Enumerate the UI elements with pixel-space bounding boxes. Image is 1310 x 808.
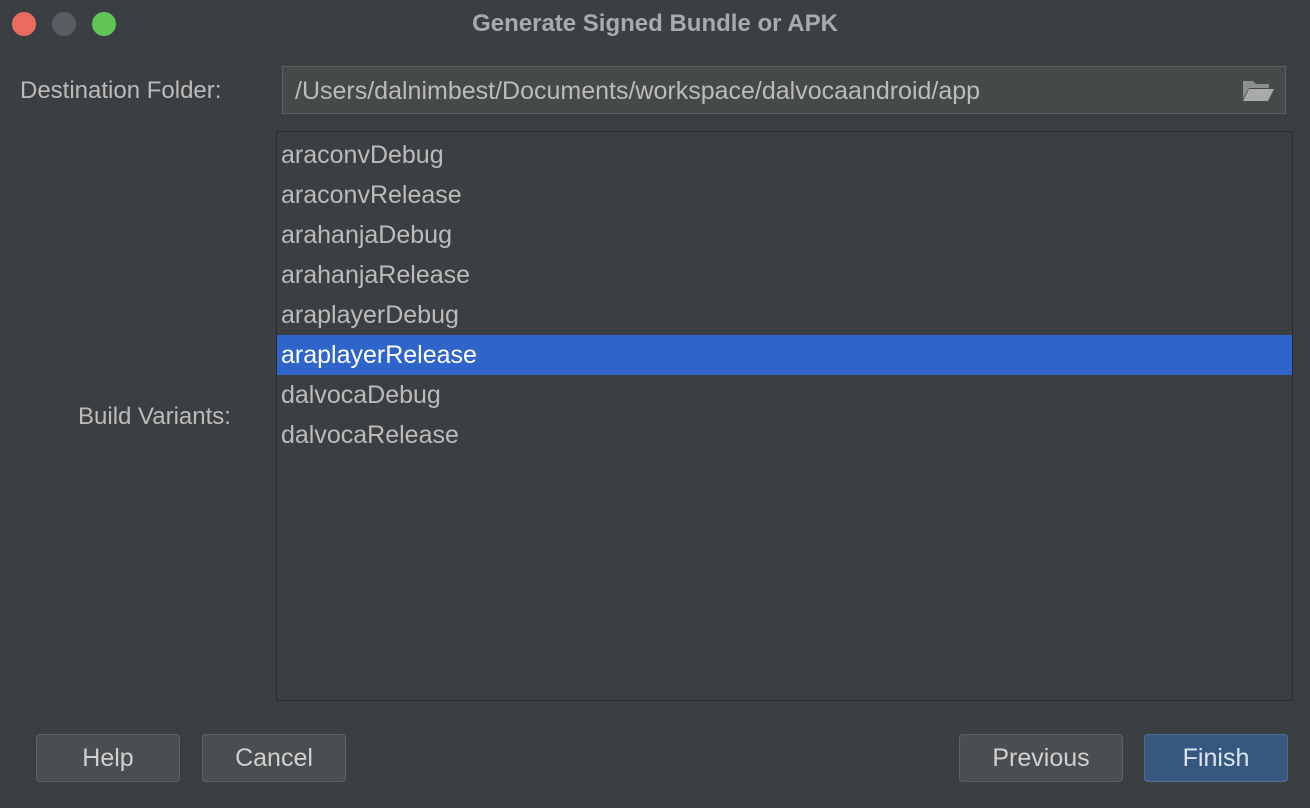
list-item[interactable]: araconvDebug [277, 135, 1292, 175]
list-item[interactable]: dalvocaDebug [277, 375, 1292, 415]
list-item[interactable]: araconvRelease [277, 175, 1292, 215]
list-item[interactable]: dalvocaRelease [277, 415, 1292, 455]
list-item[interactable]: arahanjaRelease [277, 255, 1292, 295]
previous-button[interactable]: Previous [959, 734, 1123, 782]
build-variants-label: Build Variants: [78, 403, 231, 430]
list-item[interactable]: araplayerRelease [277, 335, 1292, 375]
build-variants-list[interactable]: araconvDebug araconvRelease arahanjaDebug a… [276, 131, 1293, 701]
destination-folder-label: Destination Folder: [20, 77, 222, 104]
list-item[interactable]: araplayerDebug [277, 295, 1292, 335]
dialog-window: Generate Signed Bundle or APK Destinatio… [0, 0, 1310, 808]
folder-open-icon[interactable] [1241, 77, 1275, 103]
dialog-title: Generate Signed Bundle or APK [472, 10, 838, 37]
help-button[interactable]: Help [36, 734, 180, 782]
destination-folder-value: /Users/dalnimbest/Documents/workspace/da… [295, 77, 981, 105]
destination-folder-field[interactable]: /Users/dalnimbest/Documents/workspace/da… [282, 66, 1286, 114]
list-item[interactable]: arahanjaDebug [277, 215, 1292, 255]
cancel-button[interactable]: Cancel [202, 734, 346, 782]
finish-button[interactable]: Finish [1144, 734, 1288, 782]
title-bar: Generate Signed Bundle or APK [0, 0, 1310, 48]
